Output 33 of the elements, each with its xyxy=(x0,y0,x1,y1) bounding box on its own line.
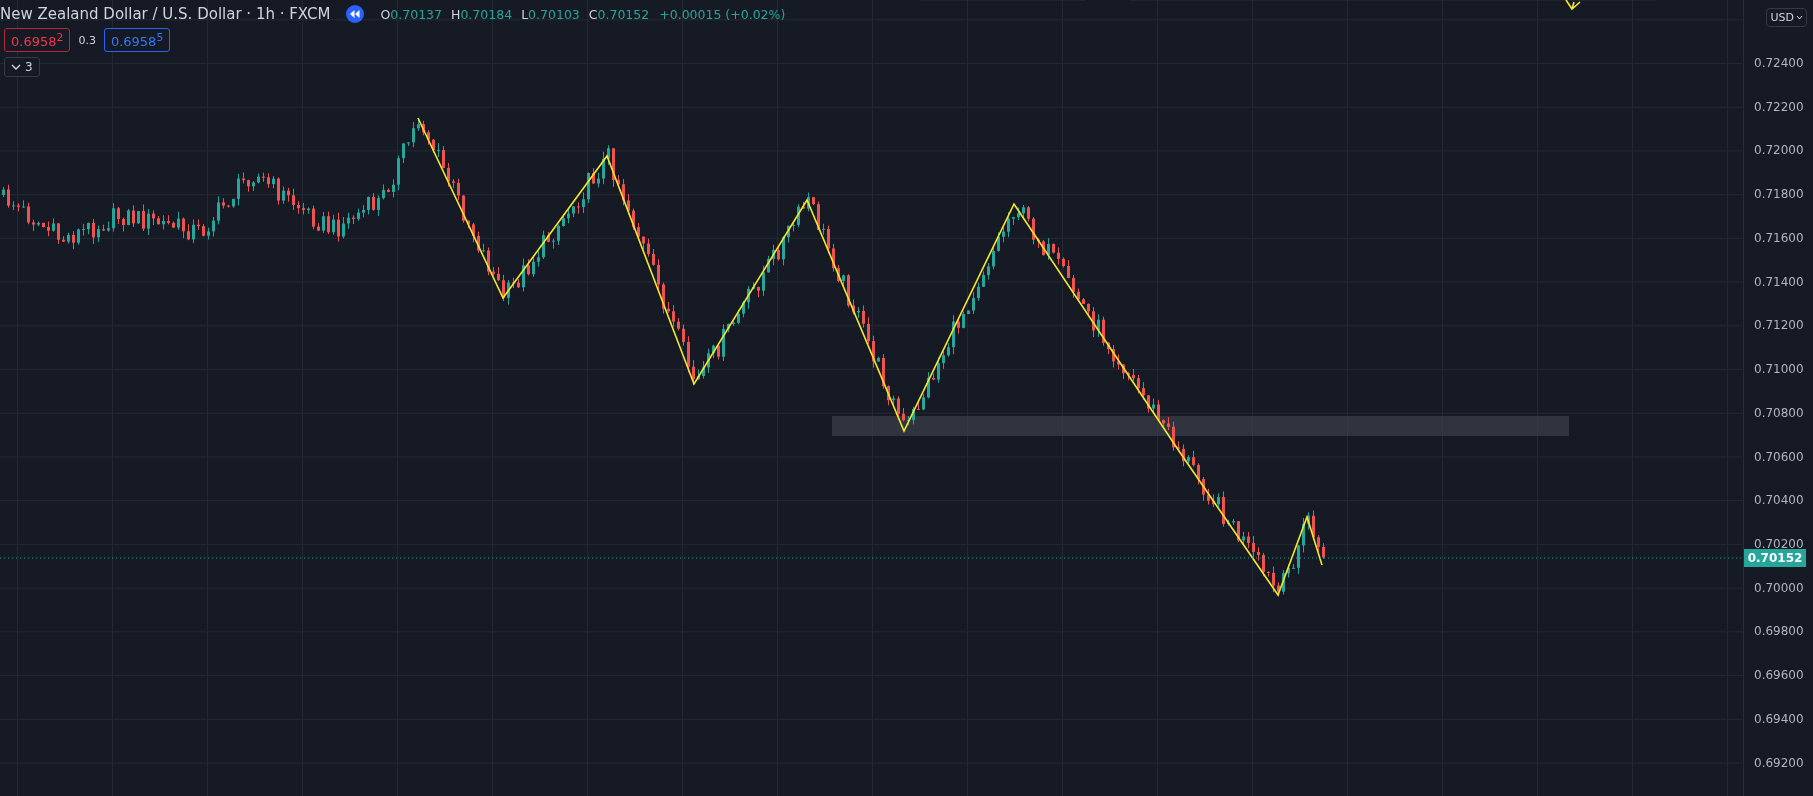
price-label: 0.70000 xyxy=(1754,580,1804,595)
spread-value: 0.3 xyxy=(78,33,96,47)
sell-button[interactable]: 0.6958$^{2}$ xyxy=(4,28,71,53)
last-price-tag: 0.70152 xyxy=(1744,549,1806,567)
indicators-toggle[interactable]: 3 xyxy=(4,57,40,78)
price-label: 0.71800 xyxy=(1754,187,1804,202)
price-label: 0.69800 xyxy=(1754,624,1804,639)
buy-button[interactable]: 0.6958$^{5}$ xyxy=(103,28,171,53)
price-label: 0.71200 xyxy=(1754,318,1804,333)
chevron-down-icon xyxy=(1796,15,1803,20)
price-label: 0.69400 xyxy=(1754,711,1804,726)
price-label: 0.71400 xyxy=(1754,274,1804,289)
price-label: 0.70200 xyxy=(1754,537,1804,552)
price-label: 0.71600 xyxy=(1754,230,1804,245)
currency-dropdown[interactable]: USD xyxy=(1766,8,1807,27)
price-label: 0.72400 xyxy=(1754,56,1804,70)
price-change: +0.00015 (+0.02%) xyxy=(659,6,786,22)
price-label: 0.69200 xyxy=(1754,755,1804,770)
ohlc-value: H0.70184 xyxy=(451,6,513,22)
price-label: 0.70800 xyxy=(1754,405,1804,420)
price-label: 0.70600 xyxy=(1754,449,1804,464)
ohlc-value: L0.70103 xyxy=(521,6,580,22)
price-label: 0.70400 xyxy=(1754,493,1804,508)
price-label: 0.72000 xyxy=(1754,143,1804,158)
symbol-title: New Zealand Dollar / U.S. Dollar · 1h · FXCM xyxy=(0,5,331,23)
price-label: 0.69600 xyxy=(1754,668,1804,683)
price-label: 0.72200 xyxy=(1754,99,1804,114)
arrow-drawing xyxy=(1565,0,1581,11)
ohlc-value: C0.70152 xyxy=(588,6,650,22)
ohlc-value: O0.70137 xyxy=(380,6,442,22)
chevron-down-icon xyxy=(11,63,21,72)
price-label: 0.71000 xyxy=(1754,362,1804,377)
rewind-icon[interactable] xyxy=(346,5,365,23)
